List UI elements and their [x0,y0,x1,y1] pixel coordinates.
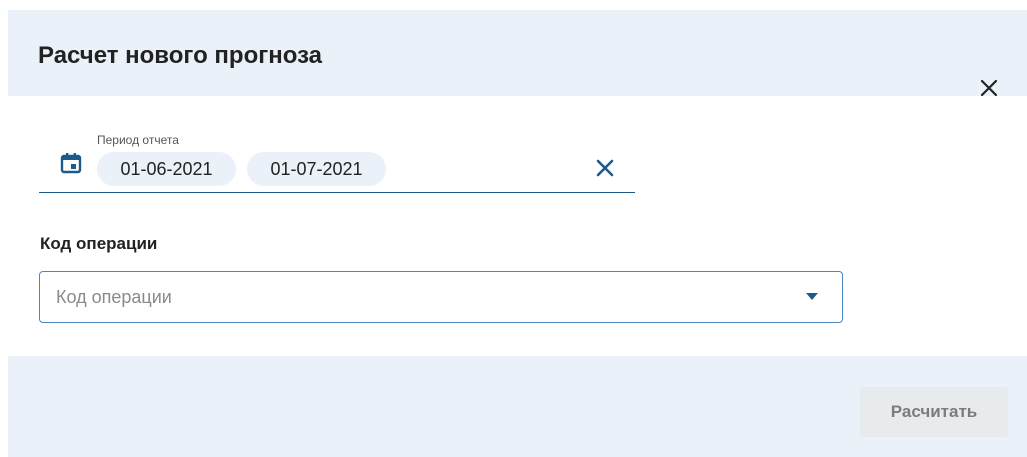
dialog-footer: Расчитать [8,356,1027,457]
close-button[interactable] [974,73,1004,103]
close-icon [980,79,998,97]
clear-icon[interactable] [594,157,616,179]
calculate-button[interactable]: Расчитать [860,387,1008,437]
dialog-title: Расчет нового прогноза [38,42,323,69]
period-end-chip[interactable]: 01-07-2021 [247,152,386,186]
forecast-dialog: Расчет нового прогноза Период отчета 01-… [8,10,1027,457]
calendar-icon [60,153,82,174]
operation-code-select[interactable]: Код операции [39,271,843,323]
period-start-chip[interactable]: 01-06-2021 [97,152,236,186]
report-period-label: Период отчета [97,133,179,147]
chevron-down-icon [806,293,818,300]
dialog-header: Расчет нового прогноза [8,10,1027,96]
operation-code-label: Код операции [40,234,158,253]
operation-code-placeholder: Код операции [56,287,172,307]
report-period-field[interactable]: Период отчета 01-06-2021 01-07-2021 [39,128,635,193]
